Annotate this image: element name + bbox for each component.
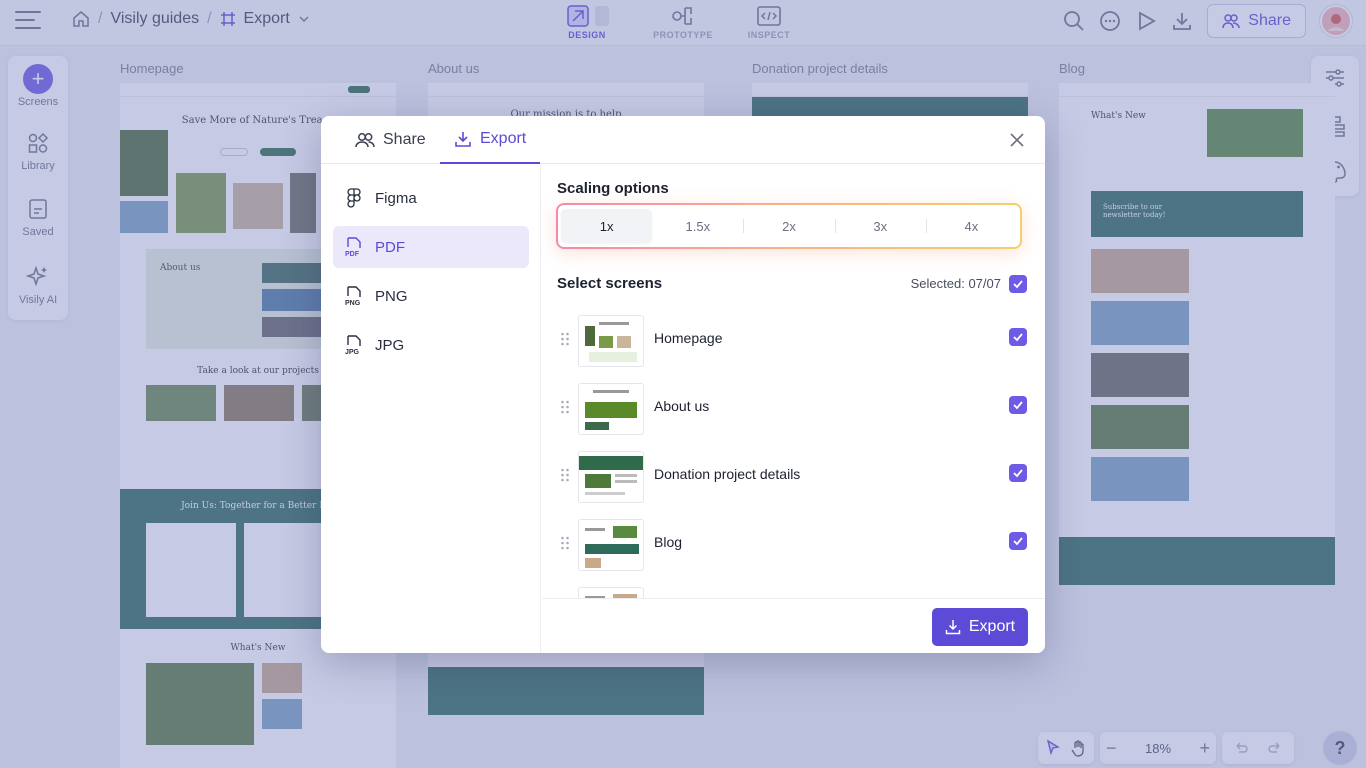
drag-handle-icon[interactable] xyxy=(560,535,570,551)
list-item[interactable]: Homepage xyxy=(542,311,1045,371)
scale-option-3x[interactable]: 3x xyxy=(834,209,926,243)
screen-checkbox[interactable] xyxy=(1009,396,1027,414)
app-root: / Visily guides / Export DESIGN PROTOTYP… xyxy=(0,0,1366,768)
share-icon xyxy=(355,133,375,148)
format-png-label: PNG xyxy=(375,287,408,305)
screen-thumbnail xyxy=(578,519,644,571)
scale-option-1x[interactable]: 1x xyxy=(561,209,653,243)
modal-header: Share Export xyxy=(321,116,1045,164)
tab-share-label: Share xyxy=(383,131,426,148)
export-button-label: Export xyxy=(968,618,1016,635)
format-jpg-label: JPG xyxy=(375,336,405,354)
format-png[interactable]: PNG PNG xyxy=(333,275,529,317)
screen-checkbox[interactable] xyxy=(1009,328,1027,346)
format-pdf-label: PDF xyxy=(375,238,405,256)
screen-name: About us xyxy=(654,398,710,414)
selected-count: Selected: 07/07 xyxy=(910,276,1001,291)
format-jpg[interactable]: JPG JPG xyxy=(333,324,529,366)
png-file-icon: PNG xyxy=(345,286,361,306)
format-figma[interactable]: Figma xyxy=(333,177,529,219)
drag-handle-icon[interactable] xyxy=(560,399,570,415)
pdf-file-icon: PDF xyxy=(345,237,361,257)
format-sidebar: Figma PDF PDF PNG PNG JPG JPG xyxy=(321,165,541,653)
list-item[interactable]: Donation project details xyxy=(542,447,1045,507)
check-icon xyxy=(1013,401,1023,410)
screen-checkbox[interactable] xyxy=(1009,464,1027,482)
close-icon[interactable] xyxy=(1007,130,1027,150)
list-item[interactable]: About us xyxy=(542,379,1045,439)
export-modal: Share Export Figma PDF PDF PNG PNG JPG J… xyxy=(321,116,1045,653)
scaling-title: Scaling options xyxy=(557,180,669,197)
drag-handle-icon[interactable] xyxy=(560,331,570,347)
select-all-checkbox[interactable] xyxy=(1009,275,1027,293)
tab-share[interactable]: Share xyxy=(341,116,440,164)
scale-option-1-5x[interactable]: 1.5x xyxy=(652,209,743,243)
jpg-file-icon: JPG xyxy=(345,335,361,355)
check-icon xyxy=(1013,469,1023,478)
screen-thumbnail xyxy=(578,451,644,503)
svg-text:PDF: PDF xyxy=(345,251,360,257)
svg-text:PNG: PNG xyxy=(345,300,361,306)
screen-thumbnail xyxy=(578,383,644,435)
download-icon xyxy=(455,132,471,147)
tab-export-label: Export xyxy=(480,130,527,147)
scale-option-4x[interactable]: 4x xyxy=(925,209,1017,243)
download-icon xyxy=(945,620,961,635)
svg-text:JPG: JPG xyxy=(345,349,360,355)
check-icon xyxy=(1013,537,1023,546)
format-pdf[interactable]: PDF PDF xyxy=(333,226,529,268)
screen-checkbox[interactable] xyxy=(1009,532,1027,550)
scaling-options: 1x 1.5x 2x 3x 4x xyxy=(556,203,1022,249)
scale-option-2x[interactable]: 2x xyxy=(743,209,834,243)
modal-footer: Export xyxy=(542,598,1045,653)
screen-name: Blog xyxy=(654,534,683,550)
screen-thumbnail xyxy=(578,315,644,367)
format-figma-label: Figma xyxy=(375,189,417,207)
drag-handle-icon[interactable] xyxy=(560,467,570,483)
figma-icon xyxy=(347,188,361,208)
check-icon xyxy=(1013,333,1023,342)
list-item[interactable]: Blog xyxy=(542,515,1045,575)
tab-export[interactable]: Export xyxy=(440,116,541,164)
screen-name: Donation project details xyxy=(654,466,801,482)
check-icon xyxy=(1013,280,1023,289)
select-screens-title: Select screens xyxy=(557,275,663,292)
screen-list: Homepage About us Donation project detai… xyxy=(542,305,1045,605)
export-button[interactable]: Export xyxy=(932,608,1028,646)
screen-name: Homepage xyxy=(654,330,723,346)
export-settings: Scaling options 1x 1.5x 2x 3x 4x Select … xyxy=(542,165,1045,653)
